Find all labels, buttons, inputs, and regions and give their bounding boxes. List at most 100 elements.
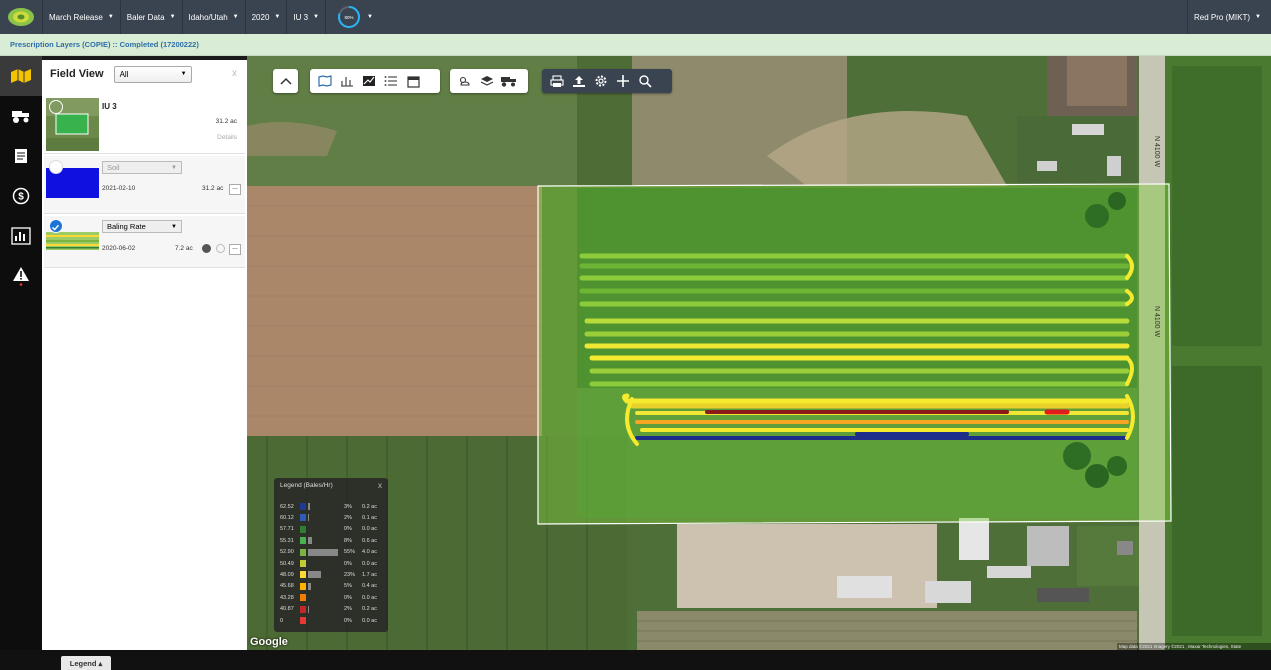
dollar-icon: $ [12, 187, 30, 205]
legend-percent: 23% [344, 571, 356, 578]
app-logo[interactable] [0, 0, 42, 34]
soil-layer-select[interactable]: Soil ▼ [102, 161, 182, 174]
opacity-icon[interactable] [202, 244, 211, 253]
chevron-up-icon [279, 77, 292, 85]
field-card[interactable]: IU 3 31.2 ac Details [44, 96, 245, 154]
baling-layer-card: Baling Rate ▼ 2020-06-02 7.2 ac ... [44, 216, 245, 268]
nav-analytics[interactable] [0, 216, 42, 256]
layers-button[interactable] [476, 71, 498, 91]
baling-layer-select[interactable]: Baling Rate ▼ [102, 220, 182, 233]
layers-icon [480, 76, 494, 86]
legend-row: 45.68 5% 0.4 ac [280, 582, 384, 591]
legend-value: 50.49 [280, 560, 294, 567]
legend-swatch [300, 594, 306, 602]
nav-finance[interactable]: $ [0, 176, 42, 216]
print-button[interactable] [546, 71, 568, 91]
legend-row: 62.52 3% 0.2 ac [280, 502, 384, 511]
baling-layer-checkbox[interactable] [49, 219, 63, 233]
export-button[interactable] [568, 71, 590, 91]
logo-icon [8, 8, 34, 26]
legend-value: 43.28 [280, 594, 294, 601]
chevron-down-icon: ▼ [1255, 14, 1261, 20]
close-panel-button[interactable]: x [232, 68, 237, 79]
bottom-bar [0, 650, 1271, 670]
nav-reports[interactable] [0, 136, 42, 176]
settings-button[interactable] [590, 71, 612, 91]
top-bar: March Release ▼ Baler Data ▼ Idaho/Utah ▼ 2… [0, 0, 1271, 34]
legend-swatch [300, 525, 306, 533]
legend-area: 1.7 ac [362, 571, 377, 578]
legend-percent: 2% [344, 606, 352, 613]
map-icon [11, 69, 31, 83]
left-nav: $ [0, 56, 42, 670]
list-icon [384, 76, 397, 86]
upload-icon [573, 75, 585, 87]
map-icon [318, 75, 332, 87]
bar-chart-icon [341, 77, 353, 87]
map-view-button[interactable] [314, 71, 336, 91]
chevron-down-icon: ▼ [180, 71, 187, 77]
release-dropdown[interactable]: March Release ▼ [42, 0, 120, 34]
list-view-button[interactable] [380, 71, 402, 91]
field-filter-select[interactable]: All ▼ [113, 65, 192, 83]
map-attribution[interactable]: Map data ©2021 Imagery ©2021 , Maxar Tec… [1117, 643, 1271, 650]
nav-alerts[interactable] [0, 256, 42, 296]
soil-layer-checkbox[interactable] [49, 160, 63, 174]
bar-view-button[interactable] [336, 71, 358, 91]
collapse-button[interactable] [277, 71, 294, 91]
baling-date: 2020-06-02 [102, 245, 136, 252]
machines-button[interactable] [498, 71, 520, 91]
soil-area: 31.2 ac [202, 185, 224, 192]
legend-row: 48.09 23% 1.7 ac [280, 570, 384, 579]
data-type-dropdown[interactable]: Baler Data ▼ [119, 0, 182, 34]
add-button[interactable] [612, 71, 634, 91]
legend-row: 55.31 8% 0.6 ac [280, 536, 384, 545]
warning-icon [13, 267, 29, 286]
legend-value: 45.68 [280, 583, 294, 590]
action-toolbar [542, 69, 672, 93]
tractor-icon [12, 111, 29, 123]
legend-percent: 0% [344, 594, 352, 601]
chart-icon [11, 227, 31, 245]
legend-area: 0.1 ac [362, 514, 377, 521]
field-dropdown[interactable]: IU 3 ▼ [286, 0, 325, 34]
legend-row: 40.87 2% 0.2 ac [280, 605, 384, 614]
legend-swatch [300, 548, 306, 556]
legend-value: 0 [280, 617, 284, 624]
svg-text:$: $ [18, 192, 24, 203]
soil-more-button[interactable]: ... [229, 184, 241, 195]
chevron-down-icon: ▼ [274, 14, 281, 20]
status-bar: Prescription Layers (COPIE) :: Completed… [0, 34, 1271, 56]
legend-area: 0.6 ac [362, 537, 377, 544]
legend-area: 0.0 ac [362, 594, 377, 601]
satellite-imagery: N 4100 W N 4100 W [247, 56, 1271, 650]
close-legend-button[interactable]: x [378, 481, 382, 490]
trend-view-button[interactable] [358, 71, 380, 91]
weather-button[interactable] [454, 71, 476, 91]
soil-layer-card: Soil ▼ 2021-02-10 31.2 ac ... [44, 156, 245, 214]
legend-area: 0.0 ac [362, 526, 377, 533]
prescription-status-link[interactable]: Prescription Layers (COPIE) :: Completed… [10, 40, 199, 49]
legend-swatch [300, 514, 306, 522]
field-select-checkbox[interactable] [49, 100, 63, 114]
legend-area: 0.2 ac [362, 606, 377, 613]
legend-value: 40.87 [280, 606, 294, 613]
chevron-down-icon: ▼ [169, 14, 176, 20]
legend-toggle-button[interactable]: Legend ▴ [61, 656, 111, 670]
legend-area: 0.2 ac [362, 503, 377, 510]
legend-swatch [300, 605, 306, 613]
progress-dropdown[interactable]: 80% ▼ [324, 0, 379, 34]
panel-header: Field View All ▼ [42, 60, 247, 88]
details-link[interactable]: Details [217, 134, 237, 141]
baling-more-button[interactable]: ... [229, 244, 241, 255]
nav-equipment[interactable] [0, 96, 42, 136]
region-dropdown[interactable]: Idaho/Utah ▼ [181, 0, 245, 34]
account-dropdown[interactable]: Red Pro (MIKT) ▼ [1187, 0, 1267, 34]
nav-map[interactable] [0, 56, 42, 96]
calendar-button[interactable] [402, 71, 424, 91]
toggle-icon[interactable] [216, 244, 225, 253]
search-button[interactable] [634, 71, 656, 91]
year-dropdown[interactable]: 2020 ▼ [244, 0, 287, 34]
map-view[interactable]: N 4100 W N 4100 W [247, 56, 1271, 650]
legend-swatch [300, 537, 306, 545]
